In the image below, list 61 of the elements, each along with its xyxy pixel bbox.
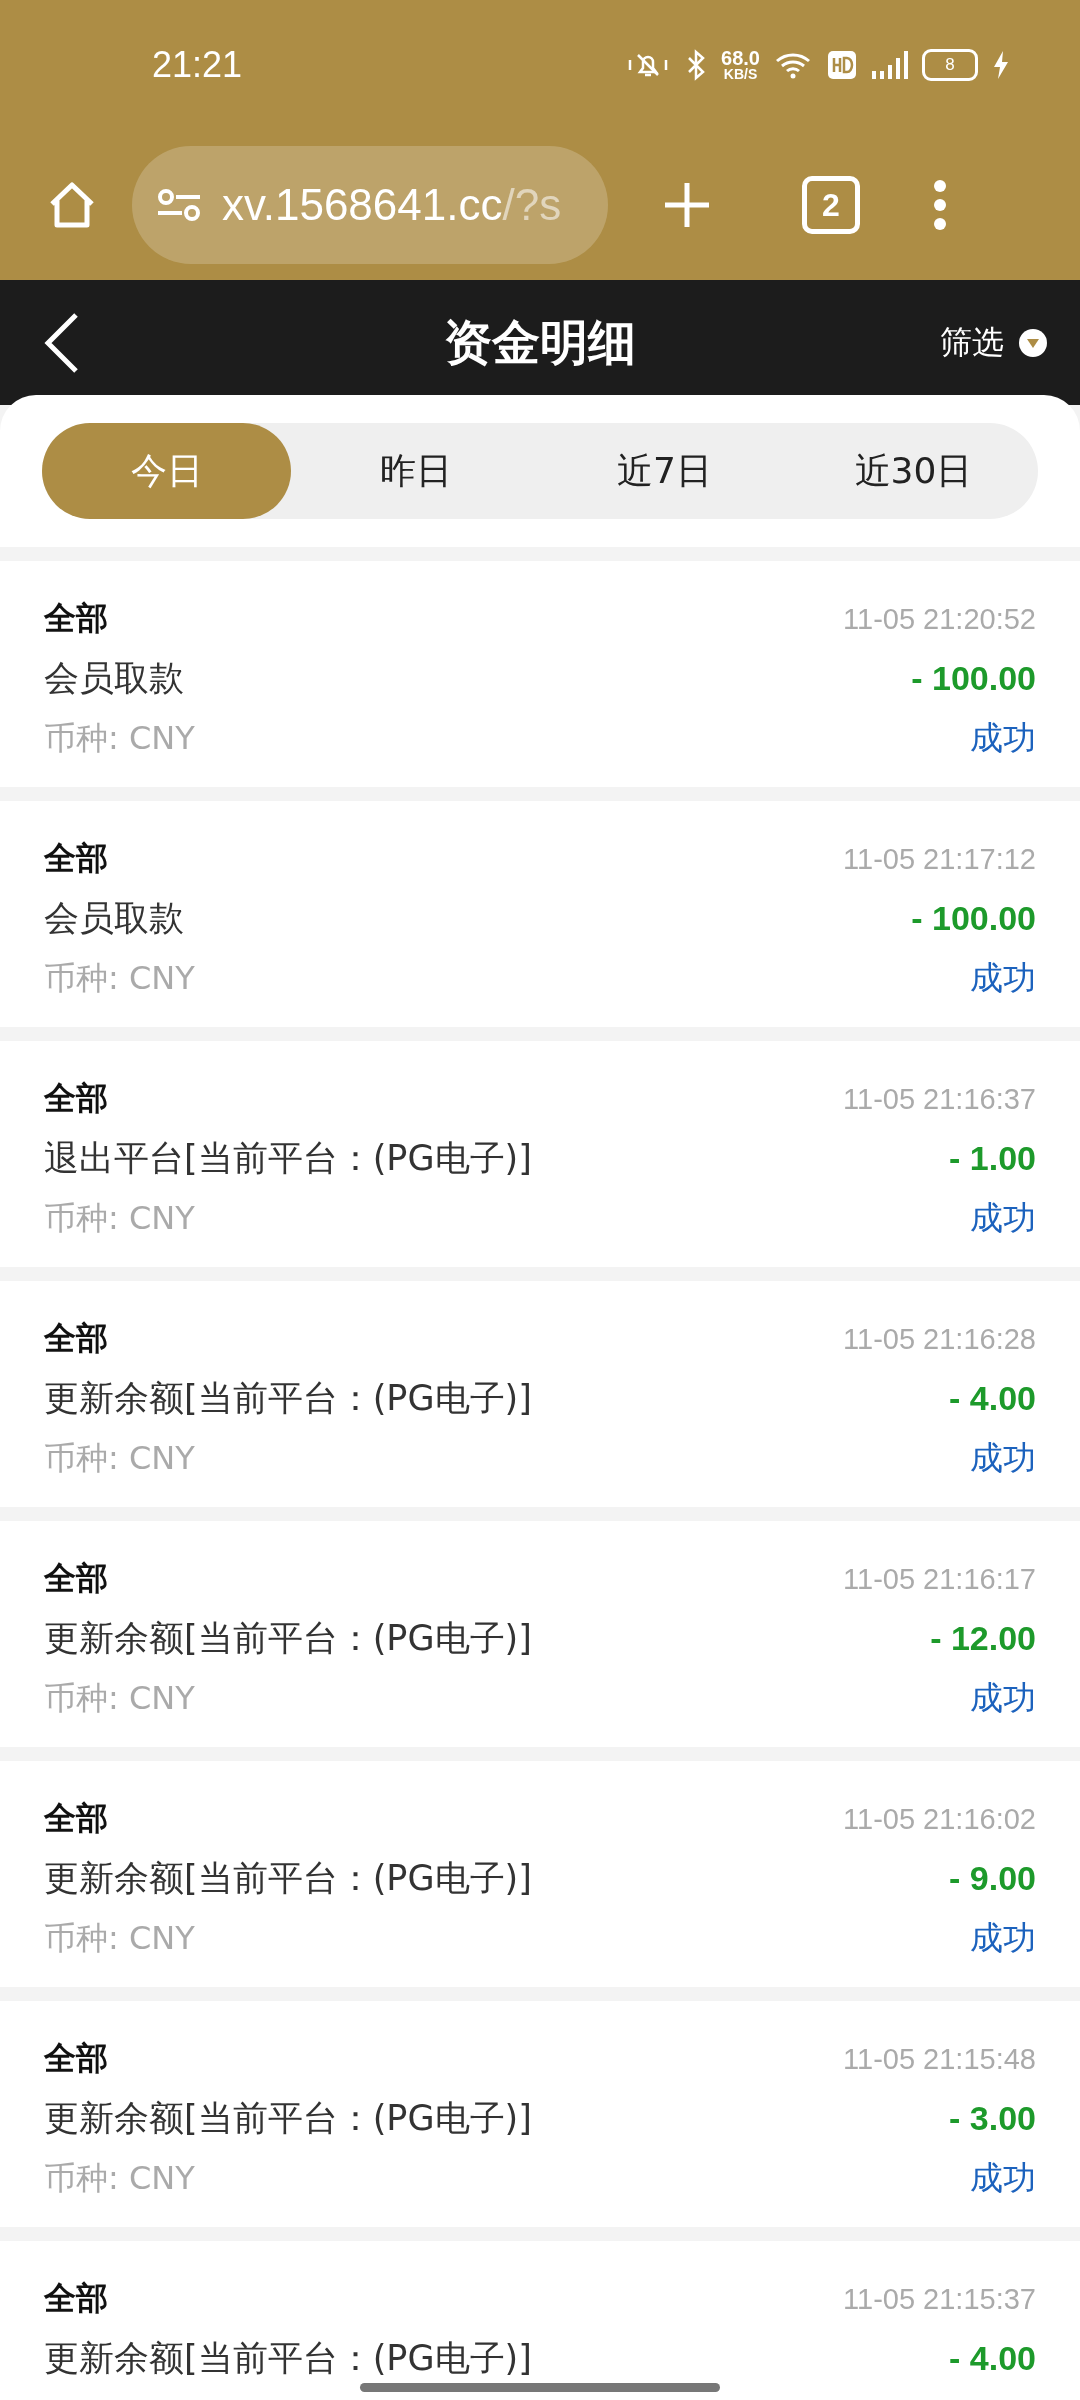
record-amount: - 12.00 (930, 1619, 1036, 1658)
record-currency: 币种: CNY (44, 2157, 195, 2199)
record-status: 成功 (970, 957, 1036, 999)
record-currency: 币种: CNY (44, 1197, 195, 1239)
record-currency: 币种: CNY (44, 1437, 195, 1479)
record-time: 11-05 21:15:37 (843, 2282, 1036, 2316)
network-speed: 68.0 (721, 48, 760, 68)
record-description: 更新余额[当前平台：(PG电子)] (44, 1617, 532, 1660)
url-text: xv.1568641.cc/?s (222, 180, 562, 230)
record-category: 全部 (44, 1078, 108, 1119)
record-status: 成功 (970, 1917, 1036, 1959)
record-category: 全部 (44, 1798, 108, 1839)
record-time: 11-05 21:16:28 (843, 1322, 1036, 1356)
date-tab[interactable]: 近30日 (789, 423, 1038, 519)
record-status: 成功 (970, 717, 1036, 759)
record-category: 全部 (44, 2038, 108, 2079)
record-category: 全部 (44, 2278, 108, 2319)
record-currency: 币种: CNY (44, 717, 195, 759)
record-description: 更新余额[当前平台：(PG电子)] (44, 1857, 532, 1900)
record-category: 全部 (44, 598, 108, 639)
record-time: 11-05 21:16:17 (843, 1562, 1036, 1596)
date-tab[interactable]: 近7日 (540, 423, 789, 519)
record-time: 11-05 21:16:37 (843, 1082, 1036, 1116)
record-amount: - 4.00 (949, 1379, 1036, 1418)
filter-link[interactable]: 筛选 (940, 320, 1004, 365)
record-category: 全部 (44, 1318, 108, 1359)
record-description: 更新余额[当前平台：(PG电子)] (44, 2337, 532, 2380)
record-description: 会员取款 (44, 897, 184, 940)
record-description: 更新余额[当前平台：(PG电子)] (44, 1377, 532, 1420)
dropdown-icon[interactable] (1018, 327, 1048, 358)
signal-icon (870, 49, 908, 81)
record-amount: - 3.00 (949, 2099, 1036, 2138)
record-description: 会员取款 (44, 657, 184, 700)
record-status: 成功 (970, 2157, 1036, 2199)
record-status: 成功 (970, 1437, 1036, 1479)
network-speed-unit: KB/S (723, 67, 758, 82)
date-tab[interactable]: 昨日 (291, 423, 540, 519)
record-time: 11-05 21:16:02 (843, 1802, 1036, 1836)
record-description: 退出平台[当前平台：(PG电子)] (44, 1137, 532, 1180)
record-currency: 币种: CNY (44, 1677, 195, 1719)
record-amount: - 100.00 (911, 899, 1036, 938)
battery-level: 8 (945, 55, 955, 75)
record-category: 全部 (44, 838, 108, 879)
record-status: 成功 (970, 1677, 1036, 1719)
record-currency: 币种: CNY (44, 957, 195, 999)
record-amount: - 100.00 (911, 659, 1036, 698)
plus-icon[interactable] (662, 180, 712, 230)
page-title: 资金明细 (444, 312, 636, 372)
record-amount: - 1.00 (949, 1139, 1036, 1178)
record-time: 11-05 21:20:52 (843, 602, 1036, 636)
record-description: 更新余额[当前平台：(PG电子)] (44, 2097, 532, 2140)
record-time: 11-05 21:17:12 (843, 842, 1036, 876)
record-category: 全部 (44, 1558, 108, 1599)
record-amount: - 4.00 (949, 2339, 1036, 2378)
more-icon[interactable] (932, 179, 948, 231)
record-amount: - 9.00 (949, 1859, 1036, 1898)
status-time: 21:21 (152, 44, 243, 86)
hd-icon (828, 51, 856, 79)
record-status: 成功 (970, 1197, 1036, 1239)
record-currency: 币种: CNY (44, 1917, 195, 1959)
record-time: 11-05 21:15:48 (843, 2042, 1036, 2076)
